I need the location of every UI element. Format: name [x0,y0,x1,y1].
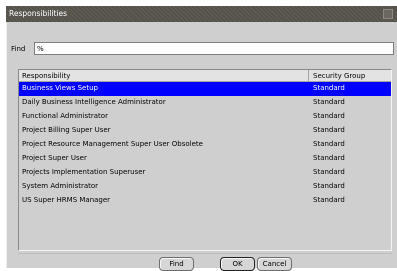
table-row[interactable]: Project Super User Standard [19,152,391,166]
list-rows: Business Views Setup Standard Daily Busine… [19,82,391,208]
cell-responsibility: US Super HRMS Manager [22,196,111,204]
table-row[interactable]: Business Views Setup Standard [19,82,391,96]
cancel-button[interactable]: Cancel [257,257,292,271]
cell-security-group: Standard [313,126,345,134]
find-row: Find [6,41,397,57]
cell-responsibility: Functional Administrator [22,112,108,120]
divider [18,253,392,254]
find-button[interactable]: Find [159,257,194,271]
table-row[interactable]: Project Resource Management Super User O… [19,138,391,152]
cell-responsibility: Project Resource Management Super User O… [22,140,203,148]
cell-security-group: Standard [313,168,345,176]
table-row[interactable]: Projects Implementation Superuser Standar… [19,166,391,180]
cell-responsibility: Business Views Setup [22,84,98,92]
cell-security-group: Standard [313,196,345,204]
ok-button[interactable]: OK [220,257,255,271]
list-header: Responsibility Security Group [19,70,391,82]
cell-responsibility: Projects Implementation Superuser [22,168,146,176]
cell-responsibility: Project Super User [22,154,87,162]
cell-security-group: Standard [313,84,345,92]
find-input[interactable] [34,42,394,55]
cell-security-group: Standard [313,98,345,106]
cell-security-group: Standard [313,182,345,190]
cell-responsibility: System Administrator [22,182,99,190]
close-icon[interactable] [383,9,393,19]
table-row[interactable]: US Super HRMS Manager Standard [19,194,391,208]
column-header-responsibility[interactable]: Responsibility [22,72,70,80]
table-row[interactable]: System Administrator Standard [19,180,391,194]
column-divider[interactable] [308,70,309,82]
responsibility-list[interactable]: Responsibility Security Group Business V… [18,69,392,251]
dialog-title: Responsibilities [9,9,68,18]
cell-security-group: Standard [313,112,345,120]
table-row[interactable]: Functional Administrator Standard [19,110,391,124]
responsibilities-dialog: Responsibilities Find Responsibility Sec… [6,6,397,271]
cell-security-group: Standard [313,140,345,148]
cell-security-group: Standard [313,154,345,162]
table-row[interactable]: Project Billing Super User Standard [19,124,391,138]
cell-responsibility: Project Billing Super User [22,126,111,134]
find-label: Find [11,45,26,53]
column-header-security-group[interactable]: Security Group [313,72,365,80]
table-row[interactable]: Daily Business Intelligence Administrato… [19,96,391,110]
cell-responsibility: Daily Business Intelligence Administrato… [22,98,166,106]
title-bar[interactable]: Responsibilities [6,6,397,22]
